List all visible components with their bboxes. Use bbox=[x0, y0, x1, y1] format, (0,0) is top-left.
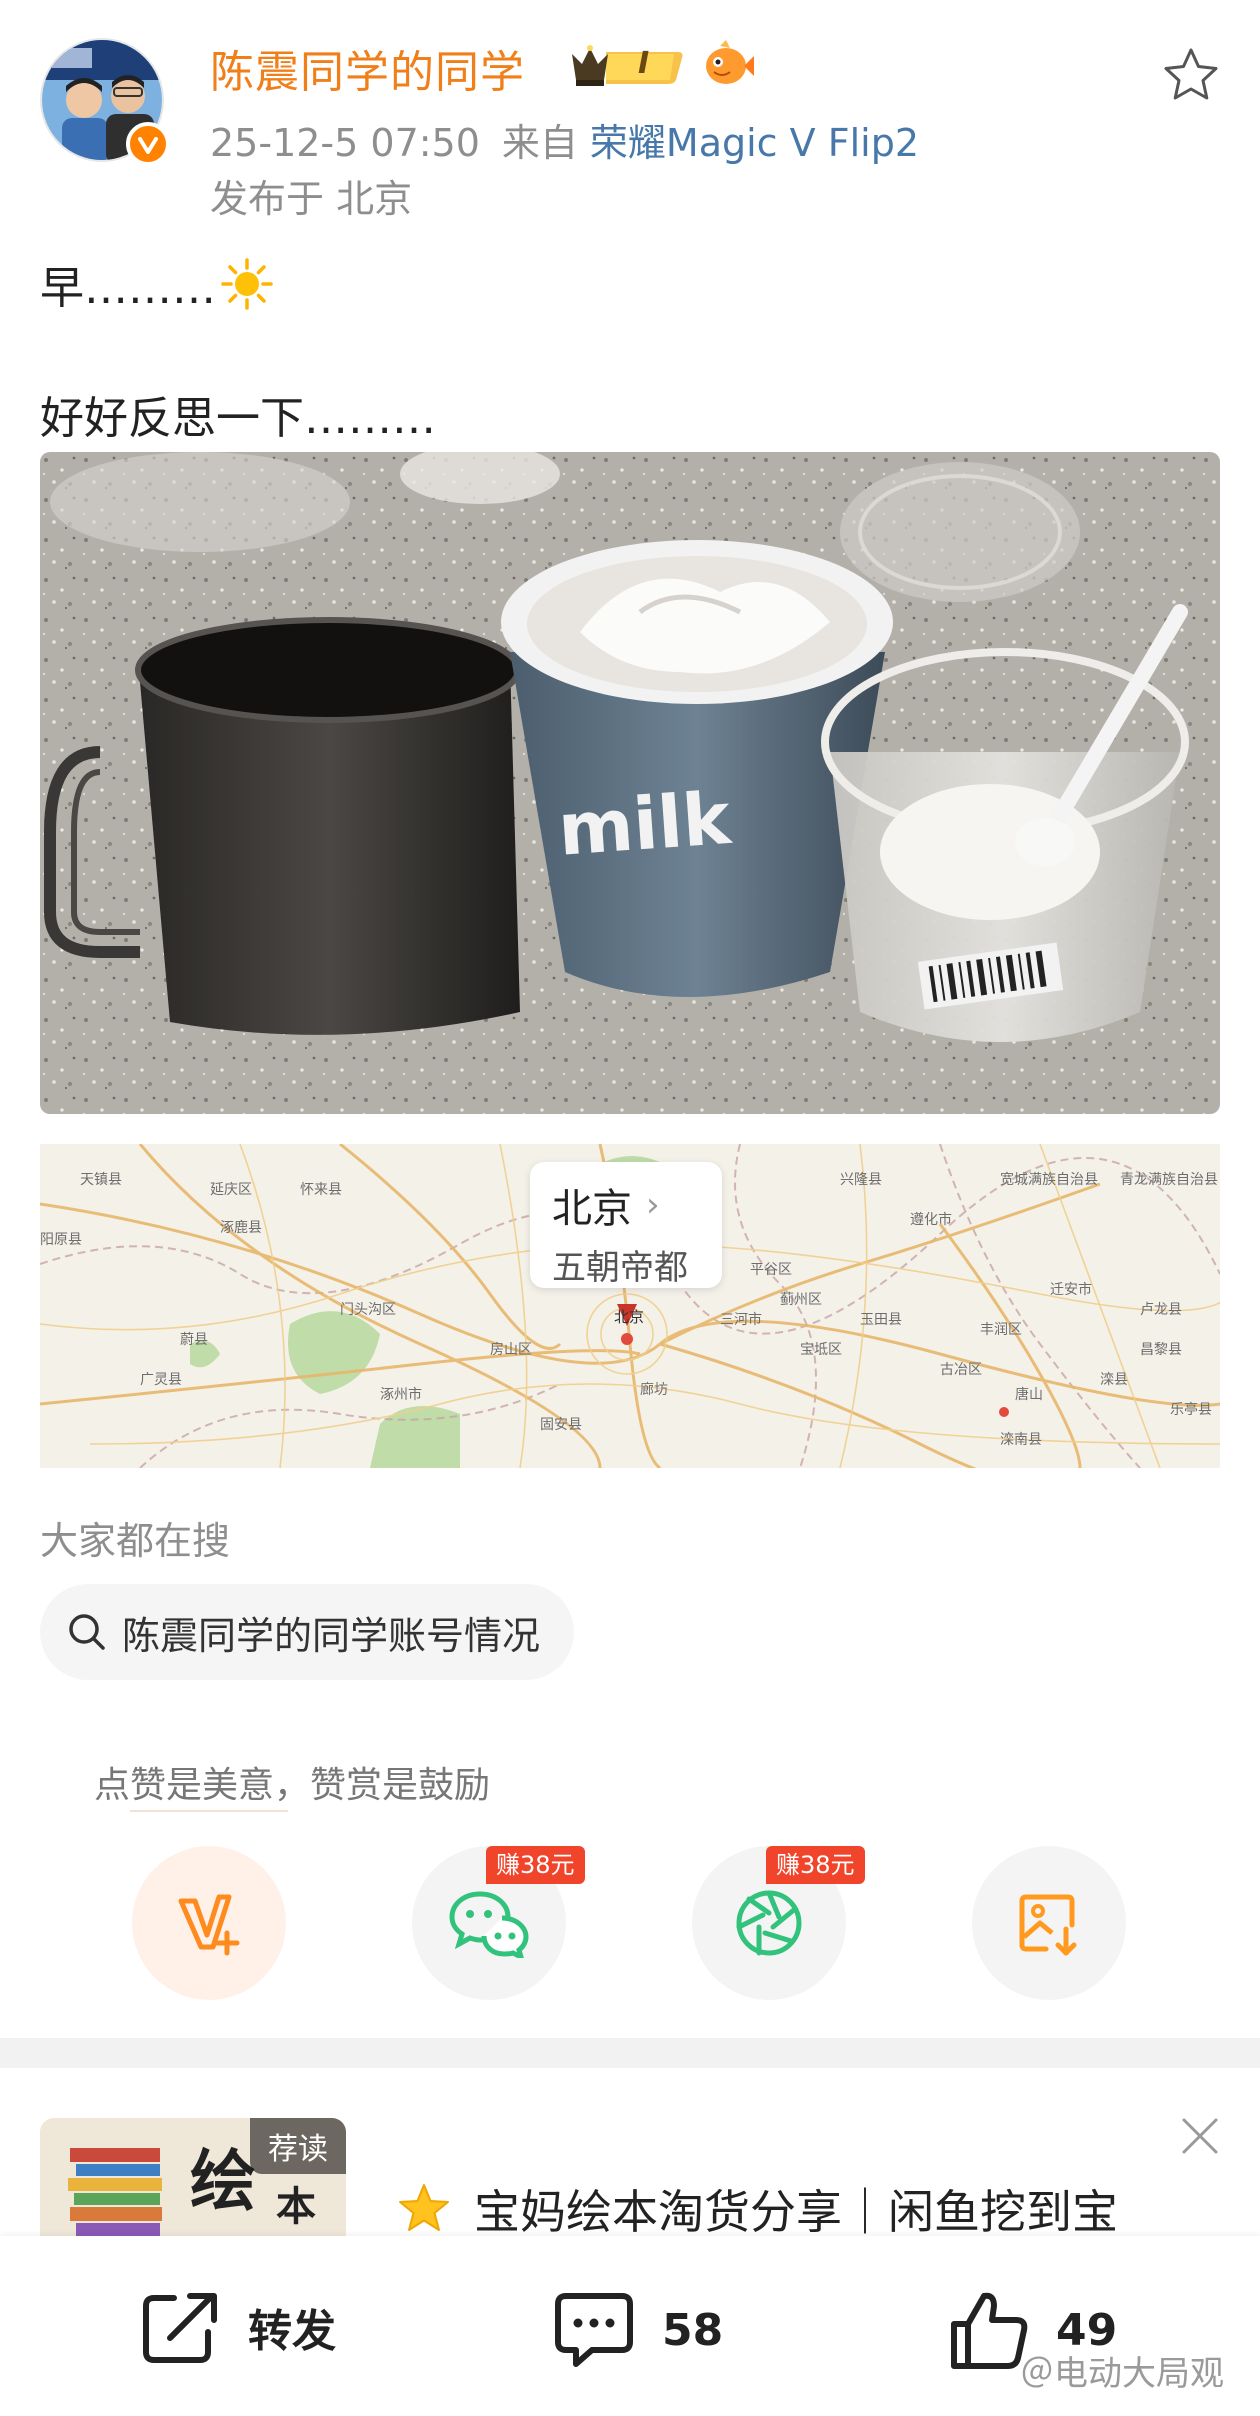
member-crown-badge-icon[interactable]: I bbox=[566, 40, 688, 88]
post-timestamp: 25-12-5 07:50 bbox=[210, 121, 480, 165]
comment-count: 58 bbox=[662, 2304, 724, 2356]
map-label: 阳原县 bbox=[40, 1232, 82, 1248]
badge-level: I bbox=[638, 46, 650, 81]
svg-text:本: 本 bbox=[276, 2184, 316, 2230]
recommended-thumbnail[interactable]: 绘 本 荐读 bbox=[40, 2118, 346, 2236]
username[interactable]: 陈震同学的同学 bbox=[210, 36, 525, 100]
map-label-beijing: 北京 bbox=[614, 1308, 644, 1326]
moments-aperture-icon bbox=[736, 1890, 802, 1956]
v-plus-reward-button[interactable] bbox=[132, 1846, 286, 2000]
map-label: 平谷区 bbox=[750, 1262, 792, 1278]
map-label: 唐山 bbox=[1015, 1386, 1043, 1403]
map-label: 延庆区 bbox=[210, 1182, 252, 1198]
wechat-icon bbox=[449, 1891, 529, 1958]
map-subtitle: 五朝帝都 bbox=[552, 1248, 688, 1288]
favorite-star-icon[interactable] bbox=[1160, 44, 1222, 106]
repost-button[interactable]: 转发 bbox=[140, 2288, 336, 2366]
post-meta: 25-12-5 07:50 来自 荣耀Magic V Flip2 bbox=[210, 112, 919, 167]
device-link[interactable]: 荣耀Magic V Flip2 bbox=[590, 121, 919, 165]
map-label: 门头沟区 bbox=[340, 1302, 396, 1318]
comment-button[interactable]: 58 bbox=[552, 2288, 723, 2372]
map-city: 北京 bbox=[552, 1186, 632, 1232]
comment-icon bbox=[555, 2293, 633, 2367]
map-label: 滦南县 bbox=[1000, 1432, 1042, 1448]
reward-tip: 点赞是美意，赞赏是鼓励 bbox=[94, 1765, 491, 1806]
earn-tag: 赚38元 bbox=[486, 1846, 585, 1884]
search-icon bbox=[69, 1614, 105, 1650]
watermark: ＠电动大局观 bbox=[1020, 2354, 1224, 2394]
map-label: 昌黎县 bbox=[1140, 1342, 1182, 1358]
search-suggestion-text: 陈震同学的同学账号情况 bbox=[122, 1613, 541, 1658]
post-text-line-2: 好好反思一下……… bbox=[40, 393, 436, 444]
reward-tip-underline bbox=[130, 1810, 288, 1812]
search-suggestion-chip[interactable]: 陈震同学的同学账号情况 bbox=[40, 1584, 575, 1680]
svg-text:绘: 绘 bbox=[190, 2143, 256, 2220]
section-divider bbox=[0, 2038, 1260, 2068]
verified-badge-icon bbox=[126, 122, 170, 166]
map-label: 广灵县 bbox=[140, 1372, 182, 1388]
map-label: 廊坊 bbox=[640, 1381, 668, 1398]
map-label: 迁安市 bbox=[1050, 1281, 1092, 1298]
map-label: 玉田县 bbox=[860, 1312, 902, 1328]
milk-cup-label: milk bbox=[555, 776, 735, 872]
map-label: 蓟州区 bbox=[780, 1292, 822, 1308]
map-label: 宽城满族自治县 bbox=[1000, 1171, 1098, 1188]
star-emoji-icon bbox=[399, 2184, 449, 2231]
map-label: 青龙满族自治县 bbox=[1120, 1172, 1218, 1188]
map-label: 固安县 bbox=[540, 1417, 582, 1433]
save-image-button[interactable] bbox=[972, 1846, 1126, 2000]
map-label: 兴隆县 bbox=[840, 1172, 882, 1188]
post-location: 发布于 北京 bbox=[210, 177, 413, 221]
map-label: 丰润区 bbox=[980, 1322, 1022, 1338]
repost-label: 转发 bbox=[248, 2306, 336, 2357]
fish-badge-icon[interactable] bbox=[700, 38, 754, 90]
post-photo[interactable]: milk bbox=[40, 452, 1220, 1114]
sun-emoji-icon bbox=[220, 257, 274, 311]
map-label: 天镇县 bbox=[80, 1172, 122, 1188]
map-label: 滦县 bbox=[1100, 1372, 1128, 1388]
location-map[interactable]: 天镇县延庆区怀来县涿鹿县门头沟区顺义区平谷区蓟州区兴隆县遵化市迁安市玉田县丰润区… bbox=[40, 1144, 1220, 1468]
map-label: 卢龙县 bbox=[1140, 1302, 1182, 1318]
map-label: 房山区 bbox=[490, 1342, 532, 1358]
map-label: 宝坻区 bbox=[800, 1342, 842, 1358]
map-label: 古冶区 bbox=[940, 1362, 982, 1378]
post-text-1: 早……… bbox=[40, 263, 216, 314]
recommended-title[interactable]: 宝妈绘本淘货分享｜闲鱼挖到宝 bbox=[396, 2176, 1118, 2242]
save-image-icon bbox=[1019, 1894, 1077, 1956]
map-label: 怀来县 bbox=[300, 1182, 342, 1198]
map-label: 遵化市 bbox=[910, 1211, 952, 1228]
map-location-card[interactable]: 北京 › 五朝帝都 bbox=[530, 1162, 722, 1288]
share-icon bbox=[143, 2293, 217, 2363]
map-label: 乐亭县 bbox=[1170, 1401, 1212, 1418]
thumbs-up-icon bbox=[951, 2292, 1028, 2369]
source-prefix: 来自 bbox=[501, 121, 578, 165]
map-label: 三河市 bbox=[720, 1311, 762, 1328]
v-plus-icon bbox=[178, 1894, 240, 1956]
earn-tag: 赚38元 bbox=[766, 1846, 865, 1884]
recommend-tag: 荐读 bbox=[250, 2118, 346, 2174]
recommended-title-text: 宝妈绘本淘货分享｜闲鱼挖到宝 bbox=[474, 2185, 1118, 2239]
chevron-right-icon: › bbox=[646, 1185, 660, 1225]
avatar[interactable] bbox=[40, 38, 170, 166]
trending-search-title: 大家都在搜 bbox=[40, 1519, 231, 1563]
map-label: 涿州市 bbox=[380, 1386, 422, 1403]
map-label: 涿鹿县 bbox=[220, 1219, 262, 1236]
close-icon[interactable] bbox=[1180, 2116, 1220, 2156]
map-label: 蔚县 bbox=[180, 1332, 208, 1348]
post-text-line-1: 早……… bbox=[40, 252, 274, 316]
